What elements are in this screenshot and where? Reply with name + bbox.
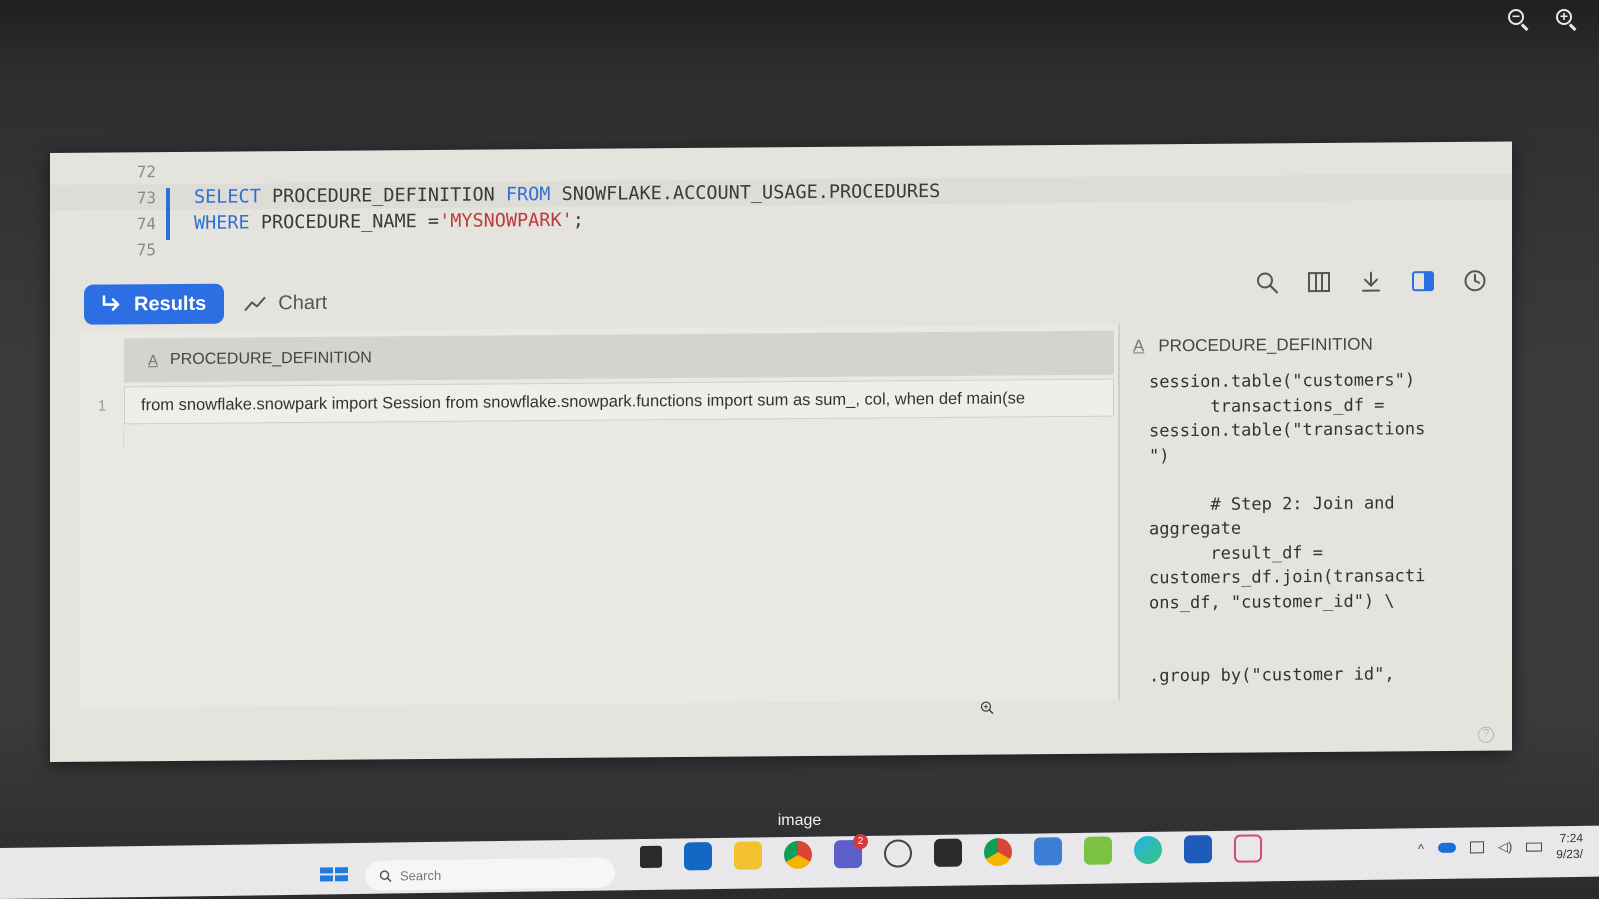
detail-code[interactable]: session.table("customers") transactions_…: [1149, 368, 1469, 689]
clock[interactable]: 7:24 9/23/: [1556, 830, 1583, 862]
line-number: 72: [136, 161, 156, 181]
text-type-icon: A: [1133, 336, 1145, 356]
tab-chart-label: Chart: [278, 291, 328, 314]
detail-title-label: PROCEDURE_DEFINITION: [1158, 334, 1373, 356]
word-icon[interactable]: [1184, 835, 1212, 864]
columns-icon[interactable]: [1306, 269, 1332, 295]
outlook-icon[interactable]: [684, 842, 712, 871]
notepad-icon[interactable]: [1034, 837, 1062, 866]
line-chart-icon: [244, 296, 266, 312]
battery-icon[interactable]: [1526, 841, 1543, 852]
cell-detail-panel: A PROCEDURE_DEFINITION session.table("cu…: [1125, 322, 1485, 700]
tab-results-label: Results: [134, 292, 207, 315]
results-grid: A PROCEDURE_DEFINITION 1 from snowflake.…: [80, 324, 1120, 715]
file-explorer-icon[interactable]: [734, 841, 762, 870]
screenshot-frame: 72 73 SELECT PROCEDURE_DEFINITION FROM S…: [50, 141, 1512, 763]
windows-start-icon[interactable]: [320, 867, 348, 882]
search-icon: [379, 869, 392, 882]
row-gutter: [80, 426, 124, 449]
system-tray: ^ ◁) 7:24 9/23/: [1418, 826, 1583, 868]
viewer-controls: − +: [1505, 6, 1579, 32]
keyword-token: SELECT: [194, 185, 261, 208]
zoom-in-icon[interactable]: +: [1553, 6, 1579, 32]
results-toolbar: [1254, 268, 1488, 296]
tab-results[interactable]: Results: [84, 283, 225, 325]
result-tabs: Results Chart: [84, 283, 327, 325]
image-caption: image: [777, 812, 822, 829]
return-arrow-icon: [102, 295, 120, 311]
paint-icon[interactable]: [1084, 836, 1112, 865]
task-view-icon[interactable]: [640, 845, 662, 869]
code-token: PROCEDURE_NAME =: [249, 210, 440, 233]
clock-time: 7:24: [1559, 830, 1583, 846]
zoom-cursor-icon: [980, 701, 994, 715]
taskbar-search[interactable]: Search: [365, 857, 615, 891]
zoom-out-icon[interactable]: −: [1505, 6, 1531, 32]
column-header[interactable]: A PROCEDURE_DEFINITION: [124, 330, 1114, 383]
line-number: 73: [136, 187, 156, 207]
string-token: 'MYSNOWPARK': [439, 209, 573, 232]
table-cell[interactable]: from snowflake.snowpark import Session f…: [124, 378, 1114, 425]
chrome-icon[interactable]: [784, 840, 812, 870]
clock-date: 9/23/: [1556, 846, 1583, 862]
taskbar: Search 2 ^ ◁) 7:24 9/23/: [0, 825, 1599, 899]
code-text: WHERE PROCEDURE_NAME ='MYSNOWPARK';: [176, 209, 584, 233]
browser-icon[interactable]: [884, 839, 912, 868]
keyword-token: WHERE: [194, 211, 250, 234]
code-token: ;: [572, 209, 584, 231]
keyword-token: FROM: [505, 183, 551, 205]
code-text: SELECT PROCEDURE_DEFINITION FROM SNOWFLA…: [176, 181, 940, 208]
chevron-up-icon[interactable]: ^: [1418, 841, 1424, 856]
help-icon[interactable]: ?: [1478, 726, 1494, 743]
notification-badge: 2: [853, 833, 868, 850]
detail-title: A PROCEDURE_DEFINITION: [1133, 335, 1373, 357]
line-number: 74: [136, 213, 156, 233]
split-panel-icon[interactable]: [1410, 268, 1436, 294]
code-token: PROCEDURE_DEFINITION: [260, 183, 506, 207]
network-icon[interactable]: [1469, 841, 1484, 854]
text-type-icon: A: [148, 351, 159, 369]
snipping-tool-icon[interactable]: [1234, 834, 1262, 863]
row-number: 1: [97, 397, 107, 415]
history-icon[interactable]: [1462, 268, 1488, 294]
taskbar-search-placeholder: Search: [400, 867, 442, 883]
sql-editor[interactable]: 72 73 SELECT PROCEDURE_DEFINITION FROM S…: [50, 142, 1512, 263]
code-token: SNOWFLAKE.ACCOUNT_USAGE.PROCEDURES: [550, 180, 941, 205]
edge-icon[interactable]: [1134, 835, 1162, 865]
tab-chart[interactable]: Chart: [244, 291, 327, 315]
download-icon[interactable]: [1358, 269, 1384, 295]
sticky-notes-icon[interactable]: [934, 838, 962, 867]
teams-icon[interactable]: 2: [834, 833, 868, 869]
volume-icon[interactable]: ◁): [1498, 839, 1512, 855]
taskbar-apps: 2: [640, 833, 1262, 871]
table-row[interactable]: 1 from snowflake.snowpark import Session…: [80, 377, 1114, 427]
line-number: 75: [136, 239, 156, 259]
selection-marker: [166, 188, 170, 241]
column-header-label: PROCEDURE_DEFINITION: [170, 349, 372, 369]
onedrive-icon[interactable]: [1437, 842, 1456, 853]
chrome-icon[interactable]: [984, 837, 1012, 867]
search-icon[interactable]: [1254, 269, 1280, 295]
